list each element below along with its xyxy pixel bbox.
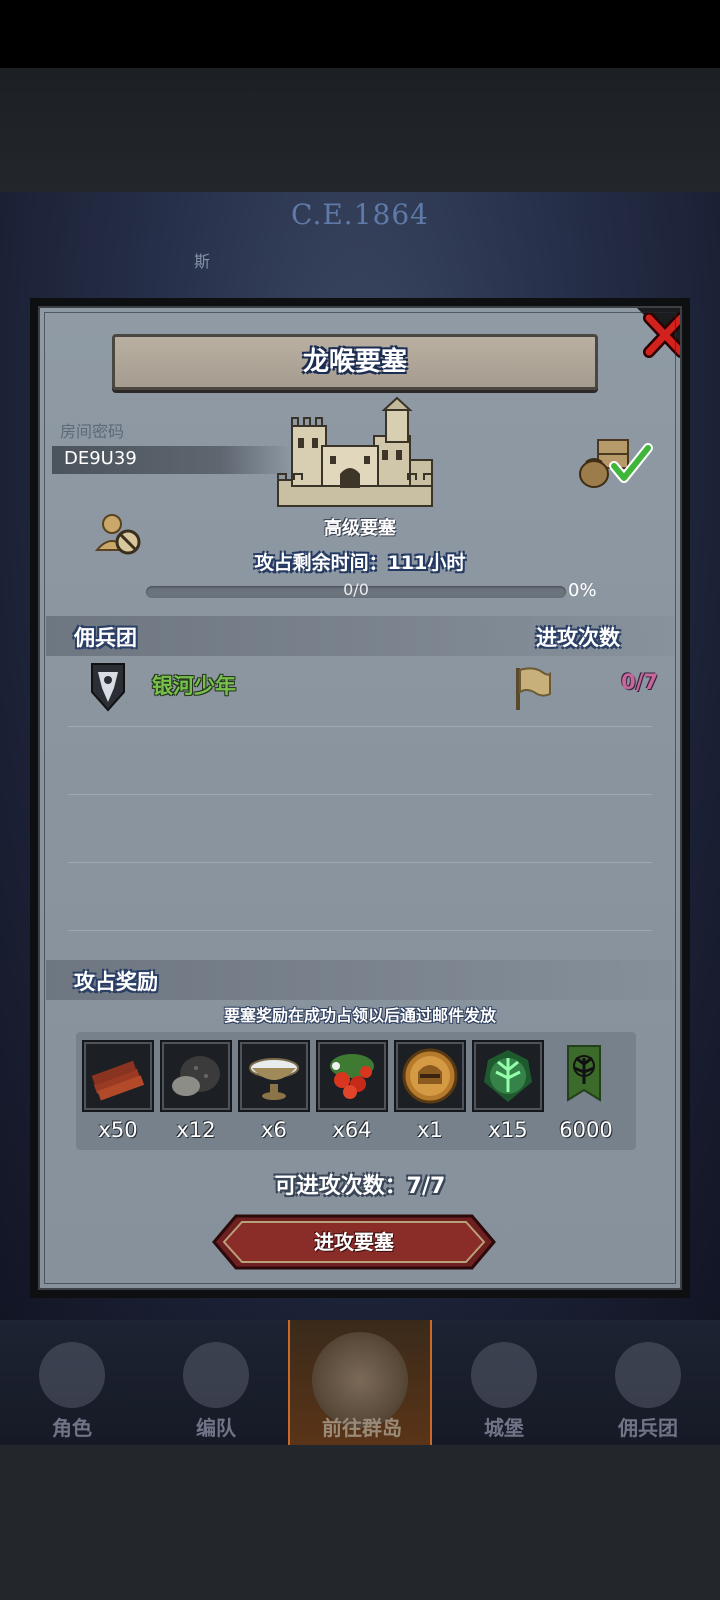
golden-helmet-medal-icon (394, 1040, 466, 1112)
attack-fortress-button[interactable]: 进攻要塞 (212, 1214, 496, 1270)
nav-item-character[interactable]: 角色 (0, 1320, 144, 1445)
progress-percent: 0% (568, 580, 597, 601)
game-screen: C.E.1864 斯 角色 编队 前往群岛 城堡 佣兵团 龙喉要塞 房间密码 D… (0, 0, 720, 1600)
dialog-panel: 龙喉要塞 房间密码 DE9U39 高级要塞 攻占剩余时间：111小时 0/0 0… (38, 306, 682, 1290)
fortress-type: 高级要塞 (324, 518, 396, 539)
reward-quantity: x12 (176, 1118, 216, 1142)
nav-item-mercenary[interactable]: 佣兵团 (576, 1320, 720, 1445)
reward-item[interactable]: x6 (238, 1040, 310, 1144)
mercenary-header: 佣兵团 (74, 626, 137, 650)
guild-attack-count: 0/7 (621, 670, 658, 694)
top-header-strip (0, 68, 720, 192)
close-button[interactable] (637, 308, 680, 362)
reward-quantity: x64 (332, 1118, 372, 1142)
status-bar-area (0, 0, 720, 68)
reward-list: x50 x12 x6 x64 x1 x15 6000 (76, 1032, 636, 1150)
castle-icon (471, 1342, 537, 1408)
title-banner: 龙喉要塞 (112, 334, 598, 390)
berries-icon (316, 1040, 388, 1112)
attack-count-header: 进攻次数 (536, 626, 620, 650)
nav-label: 前往群岛 (322, 1416, 402, 1440)
reward-quantity: x6 (261, 1118, 287, 1142)
attack-button-label: 进攻要塞 (314, 1230, 394, 1254)
room-code[interactable]: DE9U39 (64, 448, 137, 469)
flag-icon (512, 664, 552, 712)
row-divider (68, 794, 652, 795)
reward-item[interactable]: x1 (394, 1040, 466, 1144)
nav-label: 编队 (196, 1416, 236, 1440)
reward-quantity: 6000 (559, 1118, 613, 1142)
reward-note: 要塞奖励在成功占领以后通过邮件发放 (223, 1006, 496, 1025)
row-divider (68, 862, 652, 863)
reward-quantity: x50 (98, 1118, 138, 1142)
reward-item[interactable]: 6000 (550, 1040, 622, 1144)
guild-name[interactable]: 银河少年 (152, 670, 236, 700)
nav-item-islands[interactable]: 前往群岛 (288, 1320, 432, 1445)
dialog-title: 龙喉要塞 (302, 347, 407, 377)
mercenary-icon (615, 1342, 681, 1408)
rewards-header: 攻占奖励 (74, 970, 158, 994)
reward-item[interactable]: x64 (316, 1040, 388, 1144)
ore-stone-icon (160, 1040, 232, 1112)
background-year: C.E.1864 (291, 198, 429, 231)
reward-quantity: x1 (417, 1118, 443, 1142)
close-icon (637, 308, 680, 358)
nav-item-formation[interactable]: 编队 (144, 1320, 288, 1445)
background-fragment-text: 斯 (194, 252, 211, 271)
nav-label: 角色 (52, 1416, 92, 1440)
remaining-time: 攻占剩余时间：111小时 (254, 552, 466, 574)
reward-item[interactable]: x50 (82, 1040, 154, 1144)
milk-bowl-icon (238, 1040, 310, 1112)
row-divider (68, 930, 652, 931)
bottom-navigation: 角色 编队 前往群岛 城堡 佣兵团 (0, 1320, 720, 1445)
bottom-bezel (0, 1445, 720, 1600)
reward-item[interactable]: x15 (472, 1040, 544, 1144)
row-divider (68, 726, 652, 727)
fortress-dialog: 龙喉要塞 房间密码 DE9U39 高级要塞 攻占剩余时间：111小时 0/0 0… (30, 298, 690, 1298)
green-tree-crystal-icon (472, 1040, 544, 1112)
fortress-castle-image (274, 396, 436, 510)
nav-item-castle[interactable]: 城堡 (432, 1320, 576, 1445)
reward-claimed-icon[interactable] (576, 436, 656, 490)
team-formation-icon (183, 1342, 249, 1408)
knight-helmet-icon (39, 1342, 105, 1408)
guild-emblem-icon (90, 662, 126, 712)
guild-banner-icon (550, 1040, 622, 1112)
room-password-label: 房间密码 (60, 422, 125, 441)
nav-label: 佣兵团 (618, 1416, 678, 1440)
nav-label: 城堡 (484, 1416, 524, 1440)
reward-item[interactable]: x12 (160, 1040, 232, 1144)
reward-quantity: x15 (488, 1118, 528, 1142)
remaining-attacks: 可进攻次数：7/7 (274, 1174, 446, 1199)
wood-planks-icon (82, 1040, 154, 1112)
progress-text: 0/0 (343, 580, 369, 599)
